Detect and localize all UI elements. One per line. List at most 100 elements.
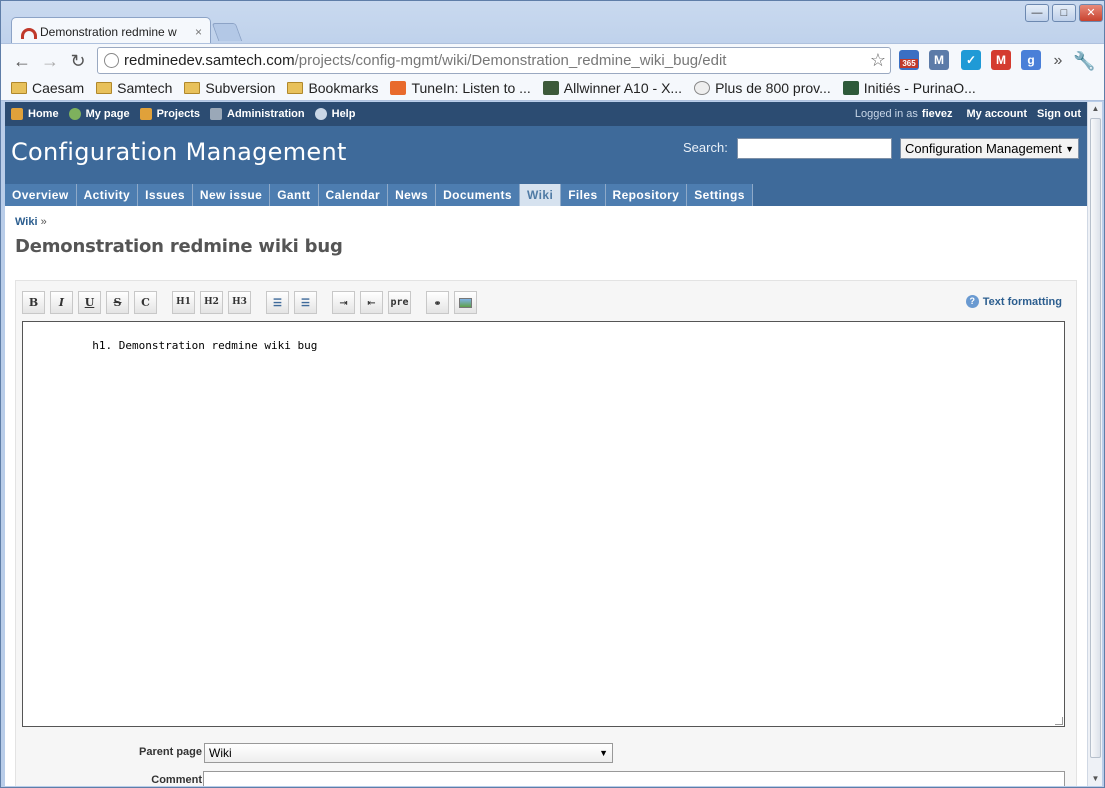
tab-activity[interactable]: Activity bbox=[76, 184, 139, 206]
bookmark-star-icon[interactable]: ☆ bbox=[870, 50, 886, 71]
project-jump-select[interactable]: Configuration Management ▼ bbox=[900, 138, 1079, 159]
top-menu-home[interactable]: Home bbox=[11, 108, 59, 120]
home-icon bbox=[11, 108, 23, 120]
italic-button[interactable]: I bbox=[50, 291, 73, 314]
folder-icon bbox=[96, 82, 113, 94]
top-menu-projects[interactable]: Projects bbox=[139, 108, 200, 120]
browser-toolbar: ← → ↻ redminedev.samtech.com/projects/co… bbox=[1, 43, 1104, 76]
tab-gantt[interactable]: Gantt bbox=[270, 184, 319, 206]
ordered-list-button[interactable]: ☰ bbox=[294, 291, 317, 314]
tab-overview[interactable]: Overview bbox=[5, 184, 77, 206]
home-link[interactable]: Home bbox=[28, 108, 59, 120]
my-account-link[interactable]: My account bbox=[966, 108, 1027, 120]
reload-icon[interactable]: ↻ bbox=[67, 50, 89, 72]
allwinner-icon bbox=[542, 81, 559, 95]
tab-wiki[interactable]: Wiki bbox=[520, 184, 562, 206]
outdent-button[interactable]: ⇤ bbox=[360, 291, 383, 314]
back-arrow-icon[interactable]: ← bbox=[11, 50, 33, 72]
comment-input[interactable] bbox=[203, 771, 1065, 786]
outdent-icon: ⇤ bbox=[367, 298, 376, 309]
image-button[interactable] bbox=[454, 291, 477, 314]
bookmark-inities[interactable]: Initiés - PurinaO... bbox=[842, 80, 976, 96]
project-header: Configuration Management Search: Configu… bbox=[5, 126, 1087, 182]
bookmark-label: TuneIn: Listen to ... bbox=[411, 80, 531, 96]
browser-window: Demonstration redmine w × — □ ✕ ← → ↻ re… bbox=[0, 0, 1105, 788]
top-menu-my-page[interactable]: My page bbox=[68, 108, 130, 120]
breadcrumb-wiki-link[interactable]: Wiki bbox=[15, 216, 38, 228]
bookmark-bookmarks[interactable]: Bookmarks bbox=[287, 80, 378, 96]
heading-2-button[interactable]: H2 bbox=[200, 291, 223, 314]
tunein-icon bbox=[390, 81, 407, 95]
tab-calendar[interactable]: Calendar bbox=[318, 184, 389, 206]
unordered-list-button[interactable]: ☰ bbox=[266, 291, 289, 314]
bookmark-plus-de-800[interactable]: Plus de 800 prov... bbox=[694, 80, 831, 96]
bookmark-allwinner[interactable]: Allwinner A10 - X... bbox=[542, 80, 683, 96]
resize-handle[interactable] bbox=[1055, 717, 1063, 725]
search-input[interactable] bbox=[737, 138, 892, 159]
folder-icon bbox=[184, 82, 201, 94]
indent-button[interactable]: ⇥ bbox=[332, 291, 355, 314]
parent-page-select[interactable]: Wiki ▼ bbox=[204, 743, 613, 763]
tab-issues[interactable]: Issues bbox=[138, 184, 193, 206]
extensions-overflow-icon[interactable]: » bbox=[1047, 50, 1069, 72]
calendar-badge: 365 bbox=[900, 59, 918, 68]
text-formatting-link[interactable]: ? Text formatting bbox=[965, 295, 1062, 308]
username-link[interactable]: fievez bbox=[922, 108, 953, 120]
wiki-content-textarea[interactable]: h1. Demonstration redmine wiki bug bbox=[22, 321, 1065, 727]
mail-extension-icon[interactable]: M bbox=[929, 50, 949, 70]
scrollbar-thumb[interactable] bbox=[1090, 118, 1101, 758]
sign-out-link[interactable]: Sign out bbox=[1037, 108, 1081, 120]
underline-button[interactable]: U bbox=[78, 291, 101, 314]
bookmark-samtech[interactable]: Samtech bbox=[96, 80, 172, 96]
heading-1-button[interactable]: H1 bbox=[172, 291, 195, 314]
tab-news[interactable]: News bbox=[388, 184, 437, 206]
bold-button[interactable]: B bbox=[22, 291, 45, 314]
bookmark-tunein[interactable]: TuneIn: Listen to ... bbox=[390, 80, 531, 96]
wiki-edit-box: B I U S C H1 H2 H3 ☰ ☰ ⇥ ⇤ pre ⚭ ? Text … bbox=[15, 280, 1077, 786]
bookmark-subversion[interactable]: Subversion bbox=[184, 80, 275, 96]
new-tab-button[interactable] bbox=[211, 23, 243, 41]
wrench-icon bbox=[210, 108, 222, 120]
address-bar[interactable]: redminedev.samtech.com/projects/config-m… bbox=[97, 47, 891, 74]
tab-repository[interactable]: Repository bbox=[605, 184, 688, 206]
scroll-up-arrow-icon[interactable]: ▲ bbox=[1088, 102, 1103, 116]
wiki-content-text: h1. Demonstration redmine wiki bug bbox=[92, 339, 318, 352]
google-extension-icon[interactable]: g bbox=[1021, 50, 1041, 70]
chevron-down-icon: ▼ bbox=[599, 748, 608, 758]
scroll-down-arrow-icon[interactable]: ▼ bbox=[1088, 772, 1103, 786]
top-menu-help[interactable]: Help bbox=[314, 108, 356, 120]
help-link[interactable]: Help bbox=[332, 108, 356, 120]
link-button[interactable]: ⚭ bbox=[426, 291, 449, 314]
code-button[interactable]: C bbox=[134, 291, 157, 314]
text-formatting-label: Text formatting bbox=[982, 295, 1062, 308]
comment-label: Comment bbox=[151, 774, 202, 786]
heading-3-button[interactable]: H3 bbox=[228, 291, 251, 314]
maximize-button[interactable]: □ bbox=[1052, 4, 1076, 22]
pre-button[interactable]: pre bbox=[388, 291, 411, 314]
tab-documents[interactable]: Documents bbox=[436, 184, 521, 206]
check-extension-icon[interactable]: ✓ bbox=[961, 50, 981, 70]
tab-strip: Demonstration redmine w × — □ ✕ bbox=[1, 1, 1104, 45]
tab-new-issue[interactable]: New issue bbox=[192, 184, 271, 206]
strikethrough-button[interactable]: S bbox=[106, 291, 129, 314]
top-menu-administration[interactable]: Administration bbox=[210, 108, 305, 120]
calendar-extension-icon[interactable]: 365 bbox=[899, 50, 919, 70]
gmail-extension-icon[interactable]: M bbox=[991, 50, 1011, 70]
vertical-scrollbar[interactable]: ▲ ▼ bbox=[1087, 102, 1102, 786]
tab-settings[interactable]: Settings bbox=[687, 184, 753, 206]
projects-icon bbox=[139, 108, 152, 120]
tab-close-icon[interactable]: × bbox=[195, 25, 202, 39]
main-content: Wiki » Demonstration redmine wiki bug B … bbox=[5, 216, 1087, 786]
tab-files[interactable]: Files bbox=[561, 184, 606, 206]
projects-link[interactable]: Projects bbox=[157, 108, 200, 120]
administration-link[interactable]: Administration bbox=[227, 108, 305, 120]
bookmark-label: Allwinner A10 - X... bbox=[563, 80, 683, 96]
close-window-button[interactable]: ✕ bbox=[1079, 4, 1103, 22]
my-page-link[interactable]: My page bbox=[86, 108, 130, 120]
browser-tab[interactable]: Demonstration redmine w × bbox=[11, 17, 211, 45]
minimize-button[interactable]: — bbox=[1025, 4, 1049, 22]
wrench-icon[interactable]: 🔧 bbox=[1073, 50, 1095, 72]
bookmark-caesam[interactable]: Caesam bbox=[11, 80, 84, 96]
forward-arrow-icon[interactable]: → bbox=[39, 50, 61, 72]
help-icon: ? bbox=[965, 295, 979, 308]
